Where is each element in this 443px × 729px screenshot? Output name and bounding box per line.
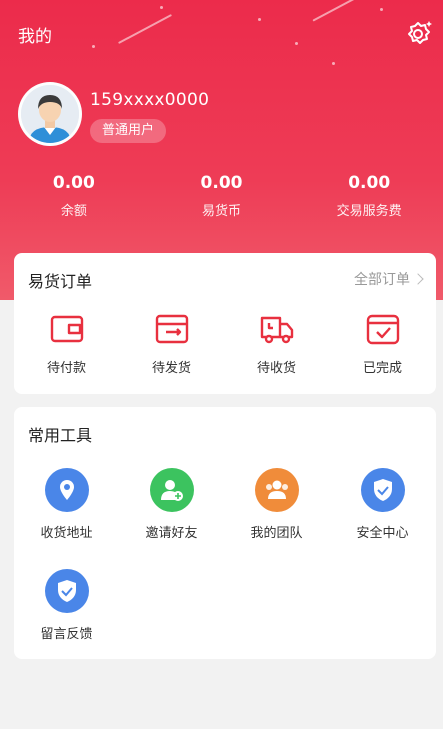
- order-label: 待付款: [46, 361, 86, 376]
- all-orders-link[interactable]: 全部订单: [354, 269, 424, 289]
- tool-label: 邀请好友: [145, 526, 198, 541]
- feedback-shield-icon: [44, 569, 89, 613]
- stat-label: 交易服务费: [336, 204, 402, 219]
- orders-card: 易货订单 全部订单 待付款 待发货 待收货 已完成: [14, 253, 436, 394]
- orders-title: 易货订单: [28, 272, 93, 291]
- tool-label: 我的团队: [250, 526, 303, 541]
- order-label: 待发货: [151, 361, 191, 376]
- tool-feedback[interactable]: 留言反馈: [14, 569, 119, 642]
- account-stats: 0.00 余额 0.00 易货币 0.00 交易服务费: [0, 172, 443, 222]
- tool-label: 留言反馈: [40, 627, 93, 642]
- check-box-icon: [365, 311, 401, 347]
- order-completed[interactable]: 已完成: [330, 311, 435, 376]
- wallet-icon: [49, 311, 85, 347]
- tool-security-center[interactable]: 安全中心: [330, 468, 435, 541]
- avatar[interactable]: [18, 82, 82, 146]
- order-label: 已完成: [362, 361, 402, 376]
- stat-value: 0.00: [52, 173, 95, 193]
- stat-value: 0.00: [200, 173, 243, 193]
- shield-icon: [360, 468, 405, 512]
- tool-address[interactable]: 收货地址: [14, 468, 119, 541]
- stat-label: 余额: [60, 204, 87, 219]
- page-title: 我的: [18, 27, 52, 47]
- order-label: 待收货: [256, 361, 296, 376]
- stat-value: 0.00: [348, 173, 391, 193]
- order-pending-shipment[interactable]: 待发货: [119, 311, 224, 376]
- stat-service-fee[interactable]: 0.00 交易服务费: [295, 172, 443, 222]
- add-user-icon: [149, 468, 194, 512]
- tools-title: 常用工具: [28, 426, 93, 445]
- user-phone: 159xxxx0000: [90, 90, 210, 110]
- tool-invite-friends[interactable]: 邀请好友: [119, 468, 224, 541]
- order-pending-payment[interactable]: 待付款: [14, 311, 119, 376]
- truck-icon: [259, 311, 295, 347]
- box-icon: [154, 311, 190, 347]
- order-pending-receipt[interactable]: 待收货: [224, 311, 329, 376]
- location-icon: [44, 468, 89, 512]
- user-level-badge: 普通用户: [90, 119, 167, 143]
- chevron-right-icon: [412, 273, 424, 285]
- tools-card: 常用工具 收货地址 邀请好友 我的团队 安全中心 留言反馈: [14, 407, 436, 659]
- tool-label: 安全中心: [356, 526, 409, 541]
- tool-my-team[interactable]: 我的团队: [224, 468, 329, 541]
- stat-balance[interactable]: 0.00 余额: [0, 172, 148, 222]
- all-orders-label: 全部订单: [354, 272, 410, 288]
- stat-barter-coin[interactable]: 0.00 易货币: [148, 172, 296, 222]
- team-icon: [254, 468, 299, 512]
- stat-label: 易货币: [202, 204, 242, 219]
- settings-gear-icon[interactable]: [402, 18, 434, 50]
- tool-label: 收货地址: [40, 526, 93, 541]
